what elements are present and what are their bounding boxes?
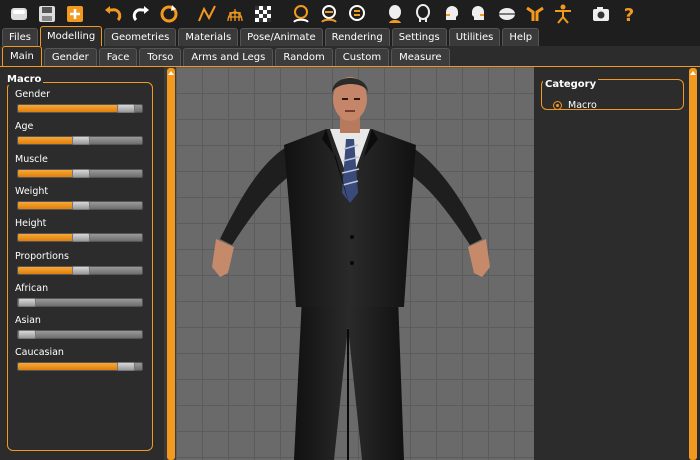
macro-title: Macro: [5, 74, 44, 85]
slider-label-gender: Gender: [15, 89, 51, 100]
slider-fill: [18, 363, 119, 371]
back-view-icon[interactable]: [316, 2, 342, 25]
slider-fill: [18, 234, 74, 242]
slider-label-proportions: Proportions: [15, 250, 69, 262]
tab-rendering[interactable]: Rendering: [324, 28, 390, 46]
slider-label-age: Age: [15, 121, 34, 133]
slider-label-weight: Weight: [15, 185, 49, 197]
head-right-icon[interactable]: [466, 2, 492, 25]
slider-handle[interactable]: [117, 104, 135, 113]
head-back-icon[interactable]: [410, 2, 436, 25]
slider-fill: [18, 137, 74, 145]
wireframe-icon[interactable]: [222, 2, 248, 25]
slider-label-muscle: Muscle: [15, 153, 48, 165]
tab-pose-animate[interactable]: Pose/Animate: [240, 28, 323, 46]
macro-radio[interactable]: [553, 101, 562, 110]
subtab-face[interactable]: Face: [98, 48, 138, 66]
slider-asian[interactable]: [17, 330, 143, 340]
new-icon[interactable]: [6, 2, 32, 25]
subtab-custom[interactable]: Custom: [334, 48, 390, 66]
slider-age[interactable]: [17, 136, 143, 146]
sub-tabs: Main Gender Face Torso Arms and Legs Ran…: [0, 46, 700, 67]
save-icon[interactable]: [34, 2, 60, 25]
side-view-icon[interactable]: [344, 2, 370, 25]
slider-handle[interactable]: [72, 233, 90, 243]
slider-label-caucasian: Caucasian: [15, 347, 64, 359]
main-menu: Files Modelling Geometries Materials Pos…: [0, 26, 700, 46]
slider-label-african: African: [15, 282, 49, 294]
tab-geometries[interactable]: Geometries: [104, 28, 177, 46]
human-model: [212, 77, 490, 460]
screenshot-icon[interactable]: [588, 2, 614, 25]
head-left-icon[interactable]: [438, 2, 464, 25]
left-scrollbar[interactable]: [167, 68, 175, 460]
subtab-torso[interactable]: Torso: [139, 48, 182, 66]
head-top-icon[interactable]: [494, 2, 520, 25]
export-icon[interactable]: [62, 2, 88, 25]
svg-text:?: ?: [624, 5, 634, 25]
right-scrollbar[interactable]: [689, 68, 697, 460]
slider-gender[interactable]: [17, 104, 143, 113]
subtab-main[interactable]: Main: [2, 46, 42, 66]
smooth-icon[interactable]: [194, 2, 220, 25]
category-group: Category Macro: [541, 79, 684, 111]
macro-radio-label: Macro: [568, 100, 597, 111]
reset-icon[interactable]: [156, 2, 182, 25]
slider-caucasian[interactable]: [17, 362, 143, 372]
category-title: Category: [543, 79, 599, 90]
slider-fill: [18, 169, 74, 177]
checker-icon[interactable]: [250, 2, 276, 25]
redo-icon[interactable]: [128, 2, 154, 25]
slider-label-asian: Asian: [15, 315, 41, 327]
front-view-icon[interactable]: [288, 2, 314, 25]
tab-settings[interactable]: Settings: [391, 28, 447, 46]
right-panel: Category Macro: [534, 67, 700, 460]
slider-muscle[interactable]: [17, 168, 143, 178]
slider-african[interactable]: [17, 297, 143, 307]
tab-modelling[interactable]: Modelling: [39, 26, 103, 46]
tab-utilities[interactable]: Utilities: [448, 28, 501, 46]
undo-icon[interactable]: [100, 2, 126, 25]
help-icon[interactable]: ?: [616, 2, 642, 25]
slider-handle[interactable]: [18, 297, 36, 307]
slider-height[interactable]: [17, 233, 143, 243]
slider-label-height: Height: [15, 218, 47, 230]
pose-icon[interactable]: [522, 2, 548, 25]
subtab-gender[interactable]: Gender: [43, 48, 97, 66]
subtab-measure[interactable]: Measure: [391, 48, 450, 66]
skeleton-icon[interactable]: [550, 2, 576, 25]
subtab-arms-and-legs[interactable]: Arms and Legs: [183, 48, 274, 66]
slider-fill: [18, 201, 74, 209]
head-front-icon[interactable]: [382, 2, 408, 25]
tab-help[interactable]: Help: [502, 28, 540, 46]
3d-viewport[interactable]: [176, 67, 534, 460]
slider-handle[interactable]: [72, 168, 90, 178]
subtab-random[interactable]: Random: [275, 48, 333, 66]
tab-materials[interactable]: Materials: [178, 28, 239, 46]
slider-fill: [18, 266, 74, 274]
toolbar: ?: [0, 0, 700, 27]
slider-fill: [18, 105, 119, 112]
slider-handle[interactable]: [72, 200, 90, 210]
slider-weight[interactable]: [17, 200, 143, 210]
left-panel: Macro Gender Age Muscle Weight Height Proport…: [0, 67, 164, 460]
tab-files[interactable]: Files: [2, 28, 38, 46]
slider-handle[interactable]: [18, 330, 36, 340]
slider-handle[interactable]: [117, 362, 135, 372]
slider-handle[interactable]: [72, 136, 90, 146]
slider-handle[interactable]: [72, 265, 90, 275]
slider-proportions[interactable]: [17, 265, 143, 275]
